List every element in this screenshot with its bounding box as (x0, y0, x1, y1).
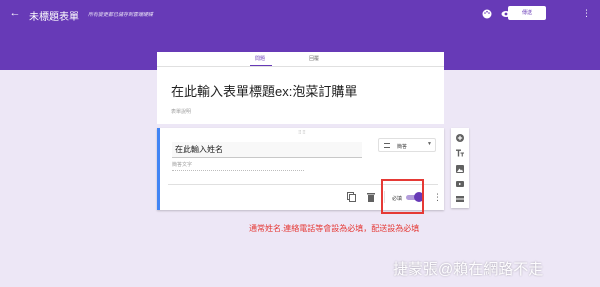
question-type-dropdown[interactable]: 簡答 ▼ (378, 138, 436, 152)
form-description[interactable]: 表單說明 (171, 108, 191, 115)
form-title[interactable]: 在此輸入表單標題ex:泡菜訂購單 (171, 81, 357, 100)
duplicate-icon[interactable] (347, 192, 356, 202)
send-button[interactable]: 傳送 (508, 6, 546, 20)
more-vert-icon[interactable]: ⋮ (582, 8, 591, 18)
tab-responses[interactable]: 回覆 (309, 55, 319, 62)
short-answer-icon (384, 143, 390, 148)
add-title-icon[interactable] (456, 149, 464, 157)
save-status: 所有變更都已儲存到雲端硬碟 (88, 12, 154, 18)
chevron-down-icon: ▼ (427, 141, 432, 147)
annotation-note: 通常姓名.連絡電話等會設為必填，配送設為必填 (249, 224, 420, 233)
required-highlight-box (381, 179, 424, 214)
short-answer-placeholder: 簡答文字 (172, 161, 304, 171)
back-arrow-icon[interactable]: ← (8, 6, 22, 20)
form-name[interactable]: 未標題表單 (29, 8, 79, 23)
add-video-icon[interactable] (456, 180, 464, 188)
top-header: ← 未標題表單 所有變更都已儲存到雲端硬碟 傳送 ⋮ (0, 0, 600, 44)
palette-icon[interactable] (482, 9, 492, 19)
question-type-label: 簡答 (397, 144, 408, 150)
form-title-card: 在此輸入表單標題ex:泡菜訂購單 表單說明 (157, 66, 444, 124)
question-more-icon[interactable]: ⋮ (433, 192, 442, 202)
add-section-icon[interactable] (456, 195, 464, 203)
side-toolbar (451, 128, 469, 208)
tab-questions[interactable]: 問題 (255, 55, 265, 62)
add-question-icon[interactable] (456, 134, 464, 142)
drag-handle-icon[interactable]: ⠿⠿ (298, 130, 306, 136)
watermark-text: 捷蒙張@賴在網路不走 (393, 261, 544, 278)
add-image-icon[interactable] (456, 165, 464, 173)
delete-trash-icon[interactable] (367, 192, 375, 202)
question-title-input[interactable]: 在此輸入姓名 (172, 142, 362, 158)
